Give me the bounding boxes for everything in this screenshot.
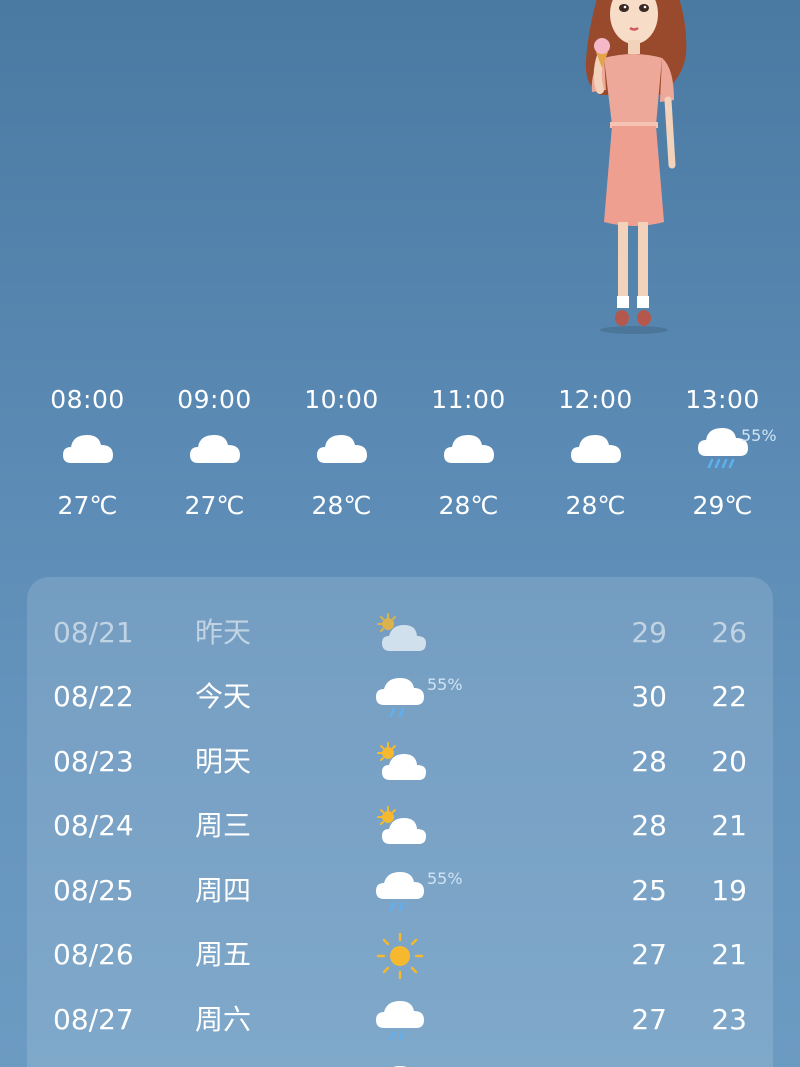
character-illustration bbox=[585, 0, 687, 334]
day-name: 周五 bbox=[195, 938, 252, 971]
hour-time: 10:00 bbox=[304, 385, 379, 414]
low-temp: 21 bbox=[711, 809, 747, 842]
rain-icon: 55% bbox=[659, 418, 786, 478]
daily-row-next[interactable] bbox=[27, 1053, 773, 1067]
precip-chance: 55% bbox=[427, 675, 463, 694]
low-temp: 19 bbox=[711, 874, 747, 907]
partly-cloudy-icon bbox=[377, 613, 426, 651]
daily-row-wednesday[interactable]: 08/24 周三 28 21 bbox=[27, 794, 773, 858]
day-name: 昨天 bbox=[195, 616, 252, 649]
hour-time: 11:00 bbox=[431, 385, 506, 414]
day-name: 明天 bbox=[195, 745, 252, 778]
hourly-item: 08:00 27℃ bbox=[24, 382, 151, 532]
hourly-item: 13:00 55% 29℃ bbox=[659, 382, 786, 532]
high-temp: 25 bbox=[631, 874, 667, 907]
low-temp: 21 bbox=[711, 938, 747, 971]
low-temp: 20 bbox=[711, 745, 747, 778]
hour-time: 09:00 bbox=[177, 385, 252, 414]
high-temp: 27 bbox=[631, 1003, 667, 1036]
daily-row-friday[interactable]: 08/26 周五 27 21 bbox=[27, 923, 773, 987]
low-temp: 22 bbox=[711, 680, 747, 713]
partly-cloudy-icon bbox=[377, 742, 426, 780]
rain-icon bbox=[376, 678, 424, 718]
hour-time: 13:00 bbox=[685, 385, 760, 414]
cloudy-icon bbox=[151, 418, 278, 478]
daily-row-thursday[interactable]: 08/25 周四 55% 25 19 bbox=[27, 859, 773, 923]
hour-time: 12:00 bbox=[558, 385, 633, 414]
high-temp: 28 bbox=[631, 745, 667, 778]
cloudy-icon bbox=[24, 418, 151, 478]
hour-time: 08:00 bbox=[50, 385, 125, 414]
day-date: 08/27 bbox=[53, 1003, 134, 1036]
hour-temp: 29℃ bbox=[692, 491, 753, 520]
precip-chance: 55% bbox=[741, 426, 777, 445]
high-temp: 29 bbox=[631, 616, 667, 649]
hour-temp: 28℃ bbox=[438, 491, 499, 520]
hourly-item: 11:00 28℃ bbox=[405, 382, 532, 532]
cloudy-icon bbox=[278, 418, 405, 478]
cloudy-icon bbox=[405, 418, 532, 478]
day-date: 08/22 bbox=[53, 680, 134, 713]
day-date: 08/21 bbox=[53, 616, 134, 649]
cloudy-icon bbox=[532, 418, 659, 478]
daily-row-today[interactable]: 08/22 今天 55% 30 22 bbox=[27, 665, 773, 729]
rain-icon bbox=[376, 1001, 424, 1041]
day-name: 周四 bbox=[195, 874, 252, 907]
hour-temp: 28℃ bbox=[565, 491, 626, 520]
high-temp: 30 bbox=[631, 680, 667, 713]
hour-temp: 27℃ bbox=[184, 491, 245, 520]
daily-forecast-card: 08/21 昨天 29 26 08/22 今天 55% 30 22 08/23 … bbox=[27, 577, 773, 1067]
day-date: 08/25 bbox=[53, 874, 134, 907]
day-name: 周三 bbox=[195, 809, 252, 842]
day-date: 08/26 bbox=[53, 938, 134, 971]
precip-chance: 55% bbox=[427, 869, 463, 888]
hourly-forecast: 08:00 27℃ 09:00 27℃ 10:00 28℃ 11:00 28℃ … bbox=[24, 382, 786, 532]
daily-row-saturday[interactable]: 08/27 周六 27 23 bbox=[27, 988, 773, 1052]
sunny-icon bbox=[376, 933, 424, 979]
low-temp: 26 bbox=[711, 616, 747, 649]
daily-row-tomorrow[interactable]: 08/23 明天 28 20 bbox=[27, 730, 773, 794]
hour-temp: 27℃ bbox=[57, 491, 118, 520]
high-temp: 27 bbox=[631, 938, 667, 971]
hourly-item: 09:00 27℃ bbox=[151, 382, 278, 532]
cloudy-icon bbox=[393, 1066, 407, 1067]
rain-icon bbox=[376, 872, 424, 912]
day-name: 今天 bbox=[195, 680, 252, 713]
day-name: 周六 bbox=[195, 1003, 252, 1036]
partly-cloudy-icon bbox=[377, 806, 426, 844]
daily-row-yesterday[interactable]: 08/21 昨天 29 26 bbox=[27, 601, 773, 665]
low-temp: 23 bbox=[711, 1003, 747, 1036]
high-temp: 28 bbox=[631, 809, 667, 842]
hour-temp: 28℃ bbox=[311, 491, 372, 520]
day-date: 08/23 bbox=[53, 745, 134, 778]
hourly-item: 10:00 28℃ bbox=[278, 382, 405, 532]
hourly-item: 12:00 28℃ bbox=[532, 382, 659, 532]
day-date: 08/24 bbox=[53, 809, 134, 842]
